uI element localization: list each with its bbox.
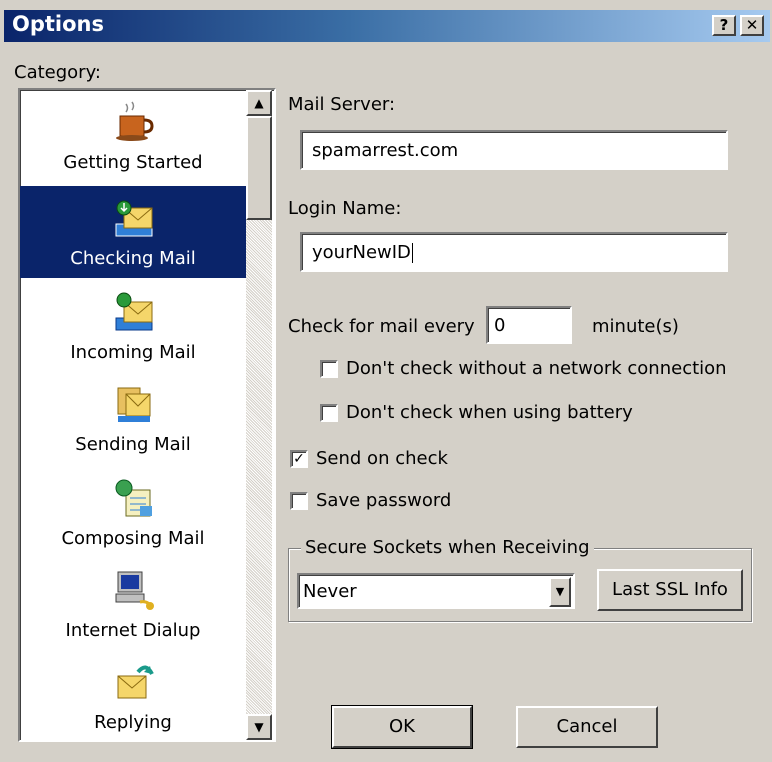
no-network-label: Don't check without a network connection [346,358,727,379]
mail-send-icon [117,387,151,422]
mail-server-input[interactable]: spamarrest.com [300,130,728,170]
cancel-button[interactable]: Cancel [516,706,658,748]
category-item-label: Composing Mail [61,528,205,549]
category-item-label: Sending Mail [75,434,191,455]
category-item-internet-dialup[interactable]: Internet Dialup [20,558,246,650]
send-on-check-label: Send on check [316,448,448,469]
dropdown-arrow-icon[interactable]: ▼ [549,577,571,607]
send-on-check-checkbox[interactable]: ✓ [290,450,308,468]
ssl-mode-value: Never [303,581,357,602]
category-item-label: Incoming Mail [70,342,196,363]
save-password-label: Save password [316,490,452,511]
coffee-cup-icon [116,101,154,141]
category-label: Category: [14,62,101,83]
ssl-groupbox: Secure Sockets when Receiving Never ▼ La… [288,537,752,622]
category-item-label: Getting Started [63,152,203,173]
mail-server-label: Mail Server: [288,94,396,115]
category-item-label: Internet Dialup [65,620,201,641]
login-name-text: yourNewID [312,242,413,263]
category-list[interactable]: Getting Started Checking Mail Incoming M… [18,88,276,742]
check-interval-value: 0 [494,315,506,336]
options-dialog: Options ? ✕ Category: Getting Started Ch… [0,0,772,762]
compose-icon [115,479,152,517]
ssl-mode-select[interactable]: Never ▼ [297,573,575,609]
scroll-down-arrow-icon[interactable]: ▼ [246,714,272,740]
category-item-label: Checking Mail [70,248,196,269]
category-item-replying[interactable]: Replying [20,650,246,740]
check-interval-input[interactable]: 0 [486,306,572,344]
mail-inbox-icon [115,292,153,331]
no-battery-label: Don't check when using battery [346,402,633,423]
no-battery-checkbox[interactable] [320,404,338,422]
no-network-checkbox[interactable] [320,360,338,378]
title-bar[interactable]: Options ? ✕ [4,10,770,42]
scroll-thumb[interactable] [246,116,272,220]
save-password-checkbox[interactable] [290,492,308,510]
category-item-sending-mail[interactable]: Sending Mail [20,372,246,464]
check-every-label: Check for mail every [288,316,475,337]
category-item-composing-mail[interactable]: Composing Mail [20,466,246,558]
last-ssl-info-button[interactable]: Last SSL Info [597,569,743,611]
checkmark-icon: ✓ [293,451,305,467]
category-item-label: Replying [94,712,172,733]
window-title: Options [12,12,104,36]
login-name-value: yourNewID [312,242,411,263]
text-caret [411,243,413,263]
category-scrollbar[interactable]: ▲ ▼ [246,90,272,740]
close-button[interactable]: ✕ [740,15,764,36]
minutes-label: minute(s) [592,316,679,337]
category-item-getting-started[interactable]: Getting Started [20,90,246,182]
dialup-computer-icon [115,571,154,610]
login-name-label: Login Name: [288,198,402,219]
scroll-up-arrow-icon[interactable]: ▲ [246,90,272,116]
mail-download-icon [115,200,153,237]
reply-mail-icon [117,665,154,699]
category-item-checking-mail[interactable]: Checking Mail [20,186,246,278]
ok-button[interactable]: OK [331,705,473,749]
login-name-input[interactable]: yourNewID [300,232,728,272]
mail-server-value: spamarrest.com [312,140,459,161]
help-button[interactable]: ? [712,15,736,36]
category-item-incoming-mail[interactable]: Incoming Mail [20,280,246,372]
ssl-group-label: Secure Sockets when Receiving [301,537,594,558]
